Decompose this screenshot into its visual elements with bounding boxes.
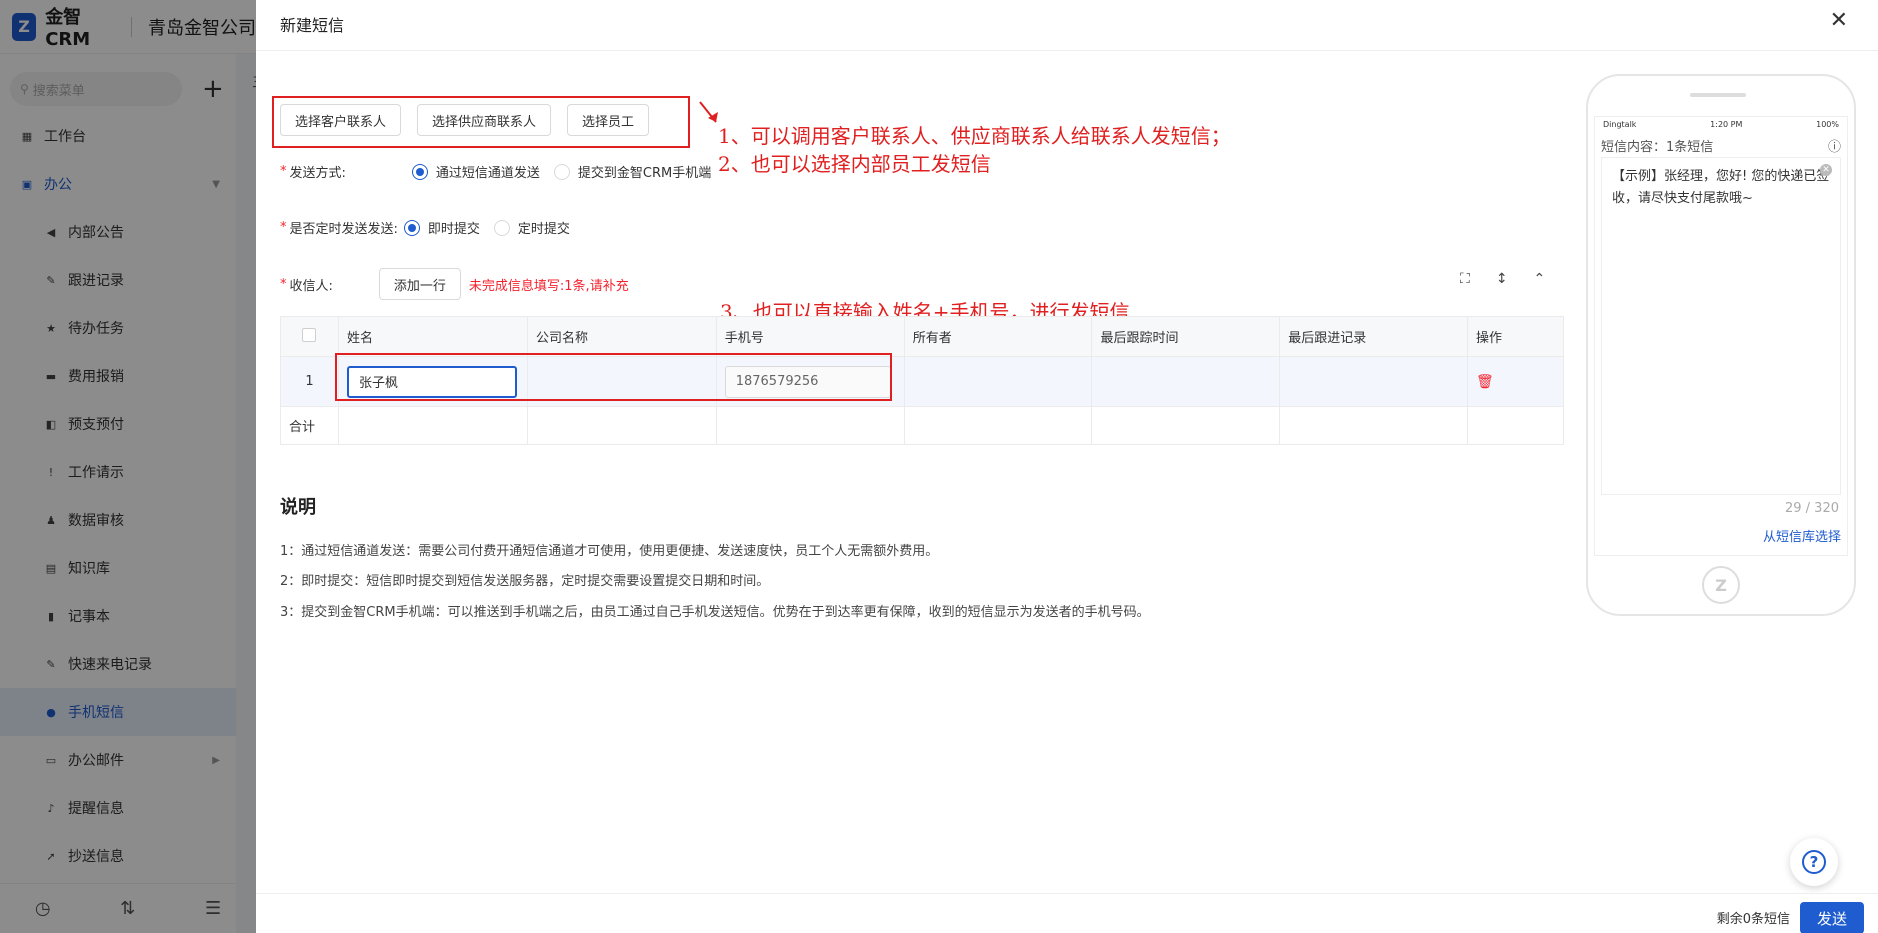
- radio-mobile-client-label: 提交到金智CRM手机端: [577, 166, 712, 181]
- sms-content-label: 短信内容：1条短信: [1601, 140, 1714, 155]
- add-row-button[interactable]: 添加一行: [378, 268, 461, 300]
- actions-cell: 🗑: [1467, 356, 1564, 407]
- sms-library-link[interactable]: 从短信库选择: [1763, 526, 1841, 545]
- phone-home-logo-icon: Z: [1702, 566, 1740, 604]
- sum-label: 合计: [280, 406, 339, 445]
- select-all-checkbox[interactable]: [280, 316, 339, 357]
- phone-speaker: [1690, 93, 1746, 97]
- status-carrier: Dingtalk: [1603, 120, 1637, 129]
- col-header-owner: 所有者: [903, 316, 1093, 357]
- status-battery: 100%: [1816, 120, 1839, 129]
- annotation-box-row: [335, 353, 892, 401]
- col-header-actions: 操作: [1467, 316, 1564, 357]
- status-bar: Dingtalk 1:20 PM 100%: [1595, 117, 1847, 132]
- status-time: 1:20 PM: [1710, 120, 1743, 129]
- phone-preview: Dingtalk 1:20 PM 100% 短信内容：1条短信 ⓘ 【示例】张经…: [1586, 74, 1856, 616]
- radio-scheduled-label: 定时提交: [517, 222, 570, 237]
- phone-screen: Dingtalk 1:20 PM 100% 短信内容：1条短信 ⓘ 【示例】张经…: [1594, 116, 1848, 556]
- select-employee-button[interactable]: 选择员工: [567, 104, 650, 136]
- clear-icon[interactable]: ✕: [1820, 164, 1832, 176]
- select-supplier-contact-button[interactable]: 选择供应商联系人: [417, 104, 552, 136]
- radio-instant-submit[interactable]: 即时提交: [403, 218, 480, 237]
- schedule-label: 是否定时发送发送:: [289, 222, 398, 237]
- row-index: 1: [280, 356, 339, 407]
- info-icon[interactable]: ⓘ: [1828, 136, 1841, 155]
- radio-instant-label: 即时提交: [427, 222, 480, 237]
- last-track-time-cell: [1091, 356, 1281, 407]
- last-followup-cell: [1279, 356, 1469, 407]
- notes-title: 说明: [280, 497, 316, 518]
- required-mark: *: [280, 220, 287, 235]
- note-item-2: 2：即时提交：短信即时提交到短信发送服务器，定时提交需要设置提交日期和时间。: [280, 574, 770, 589]
- sms-content-label-row: 短信内容：1条短信 ⓘ: [1595, 132, 1847, 159]
- table-header-row: 姓名 公司名称 手机号 所有者 最后跟踪时间 最后跟进记录 操作: [280, 316, 1564, 357]
- help-icon: ?: [1802, 850, 1826, 874]
- radio-mobile-client[interactable]: 提交到金智CRM手机端: [553, 162, 712, 181]
- col-header-name: 姓名: [337, 316, 528, 357]
- sms-content-text: 【示例】张经理，您好! 您的快递已签收，请尽快支付尾款哦~: [1612, 169, 1830, 206]
- annotation-text-2: 2、也可以选择内部员工发短信: [718, 152, 991, 176]
- radio-sms-channel-label: 通过短信通道发送: [435, 166, 540, 181]
- required-mark: *: [280, 164, 287, 179]
- table-toolbar: ⛶ ↕ ⌃: [1460, 271, 1545, 287]
- required-mark: *: [280, 276, 287, 292]
- radio-sms-channel[interactable]: 通过短信通道发送: [411, 162, 540, 181]
- char-counter: 29 / 320: [1785, 501, 1839, 516]
- schedule-row: * 是否定时发送发送: 即时提交 定时提交: [280, 218, 570, 237]
- drawer-divider: [256, 50, 1878, 51]
- note-item-1: 1：通过短信通道发送：需要公司付费开通短信通道才可使用，使用更便捷、发送速度快，…: [280, 544, 939, 559]
- col-header-last-track-time: 最后跟踪时间: [1091, 316, 1281, 357]
- drawer-title: 新建短信: [280, 16, 345, 35]
- collapse-up-icon[interactable]: ⌃: [1534, 271, 1546, 287]
- close-icon[interactable]: ✕: [1830, 8, 1848, 33]
- send-button[interactable]: 发送: [1800, 902, 1864, 933]
- row-height-icon[interactable]: ↕: [1496, 271, 1508, 287]
- note-item-3: 3：提交到金智CRM手机端：可以推送到手机端之后，由员工通过自己手机发送短信。优…: [280, 605, 1150, 620]
- col-header-company: 公司名称: [526, 316, 717, 357]
- annotation-text-1: 1、可以调用客户联系人、供应商联系人给联系人发短信；: [718, 124, 1231, 148]
- delete-icon[interactable]: 🗑: [1476, 374, 1494, 390]
- recipients-row: * 收信人: 添加一行 未完成信息填写:1条,请补充: [280, 268, 629, 300]
- help-button[interactable]: ?: [1790, 838, 1838, 886]
- send-method-label: 发送方式:: [289, 166, 346, 181]
- drawer-footer: 剩余0条短信 发送: [256, 893, 1878, 933]
- recipients-label: 收信人:: [289, 278, 333, 294]
- col-header-phone: 手机号: [715, 316, 905, 357]
- incomplete-warning: 未完成信息填写:1条,请补充: [468, 278, 629, 294]
- fullscreen-icon[interactable]: ⛶: [1460, 271, 1470, 287]
- new-sms-drawer: 新建短信 ✕ 选择客户联系人 选择供应商联系人 选择员工 1、可以调用客户联系人…: [256, 0, 1878, 933]
- send-method-row: * 发送方式: 通过短信通道发送 提交到金智CRM手机端: [280, 162, 711, 181]
- remaining-sms-count: 剩余0条短信: [1716, 912, 1790, 927]
- sms-content-textarea[interactable]: 【示例】张经理，您好! 您的快递已签收，请尽快支付尾款哦~ ✕: [1601, 157, 1841, 495]
- table-sum-row: 合计: [280, 406, 1564, 445]
- owner-cell: [903, 356, 1093, 407]
- radio-scheduled-submit[interactable]: 定时提交: [493, 218, 570, 237]
- col-header-last-followup: 最后跟进记录: [1279, 316, 1469, 357]
- select-customer-contact-button[interactable]: 选择客户联系人: [280, 104, 402, 136]
- contact-select-buttons: 选择客户联系人 选择供应商联系人 选择员工: [280, 104, 650, 136]
